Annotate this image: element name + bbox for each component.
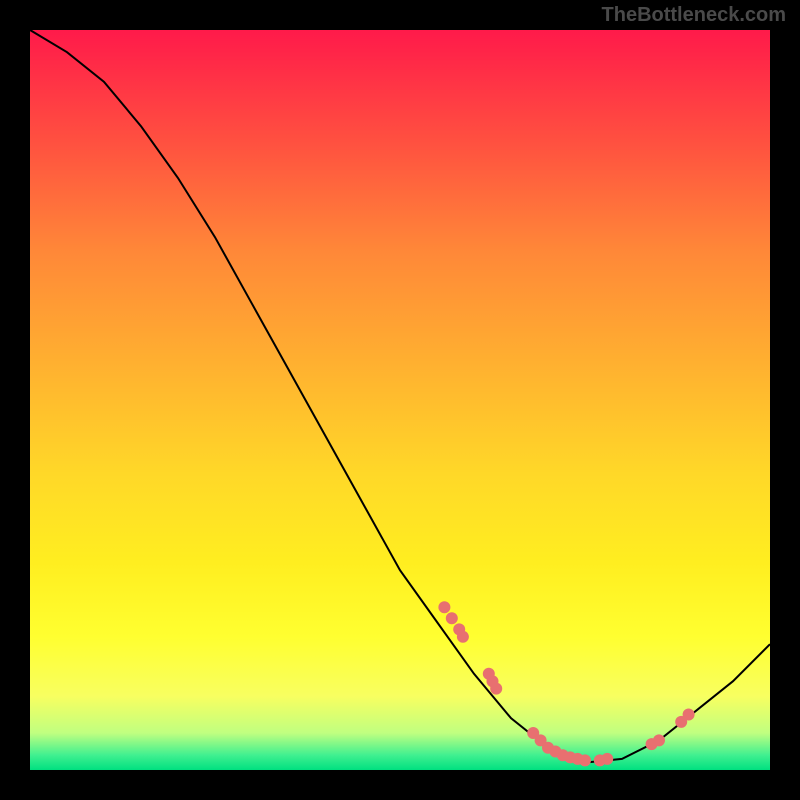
data-point [601,753,613,765]
data-point [457,631,469,643]
data-point [579,754,591,766]
bottleneck-curve [30,30,770,763]
data-point [446,612,458,624]
watermark-text: TheBottleneck.com [602,4,786,27]
data-point [653,734,665,746]
chart-plot-area [30,30,770,770]
chart-svg [30,30,770,770]
data-point [683,709,695,721]
data-points-group [438,601,694,766]
data-point [438,601,450,613]
data-point [490,683,502,695]
